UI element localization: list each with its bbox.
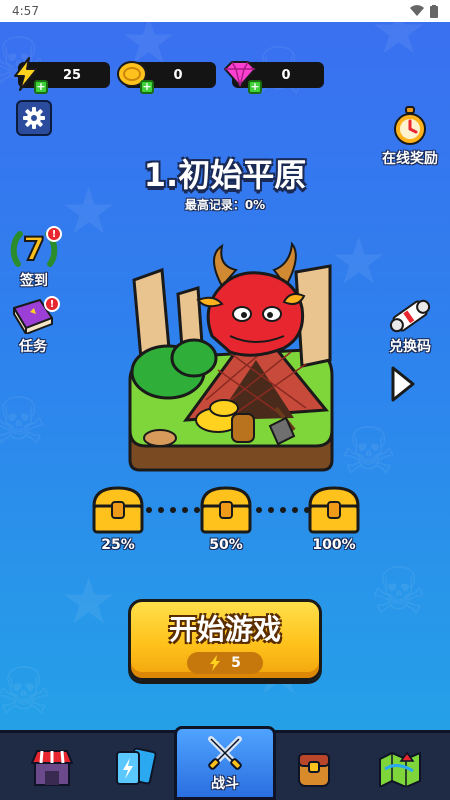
status-bar: 4:57 (0, 0, 450, 22)
start-game-button[interactable]: 开始游戏 5 (128, 599, 322, 681)
signin-label: 签到 (20, 273, 48, 289)
signin-button[interactable]: 7 ! 签到 (10, 226, 62, 290)
shop-tab[interactable] (22, 740, 82, 794)
progress-dots (256, 507, 310, 513)
next-level-button[interactable] (388, 364, 418, 404)
level-title: 1.初始平原 (143, 156, 307, 194)
tasks-label: 任务 (19, 339, 47, 355)
gold-value: 0 (173, 67, 183, 83)
status-time: 4:57 (12, 4, 39, 18)
battle-tab[interactable]: 战斗 (174, 726, 276, 800)
level-illustration (128, 241, 334, 472)
energy-cost-value: 5 (231, 655, 241, 671)
cards-tab[interactable] (104, 740, 164, 794)
gem-icon[interactable]: + (222, 56, 262, 94)
cards-icon (116, 747, 157, 785)
energy-value: 25 (62, 67, 82, 83)
energy-cost: 5 (187, 652, 263, 674)
redeem-code-button[interactable]: 兑换码 (388, 298, 432, 356)
gold-coin-icon[interactable]: + (114, 56, 154, 94)
wifi-icon (410, 5, 424, 17)
add-gem-icon[interactable]: + (248, 80, 262, 94)
scroll-icon (389, 299, 431, 333)
add-gold-icon[interactable]: + (140, 80, 154, 94)
play-arrow-icon (391, 366, 415, 402)
signin-alert-badge: ! (46, 226, 62, 242)
settings-button[interactable] (16, 100, 52, 136)
crossed-swords-icon (208, 736, 242, 770)
backpack-icon (298, 753, 330, 787)
map-tab[interactable] (370, 740, 430, 794)
chest-icon[interactable] (198, 484, 254, 536)
tasks-button[interactable]: ! 任务 (10, 296, 60, 356)
energy-icon[interactable]: + (8, 56, 48, 94)
best-record: 最高记录：0% (184, 198, 266, 212)
battle-tab-label: 战斗 (211, 776, 239, 792)
chest-icon[interactable] (306, 484, 362, 536)
chest-100-label: 100% (312, 537, 356, 553)
start-game-label: 开始游戏 (168, 613, 281, 646)
chest-50-label: 50% (209, 537, 243, 553)
map-icon (379, 751, 421, 787)
chest-25-label: 25% (101, 537, 135, 553)
bag-tab[interactable] (284, 740, 344, 794)
shop-icon (30, 750, 74, 786)
signin-day: 7 (23, 230, 45, 268)
gear-icon (23, 107, 45, 129)
redeem-code-label: 兑换码 (389, 339, 431, 355)
progress-dots (146, 507, 200, 513)
gem-value: 0 (281, 67, 291, 83)
tasks-alert-badge: ! (44, 296, 60, 312)
battery-icon (430, 4, 438, 18)
add-energy-icon[interactable]: + (34, 80, 48, 94)
energy-icon (210, 655, 221, 671)
chest-icon[interactable] (90, 484, 146, 536)
stopwatch-icon (394, 106, 426, 145)
